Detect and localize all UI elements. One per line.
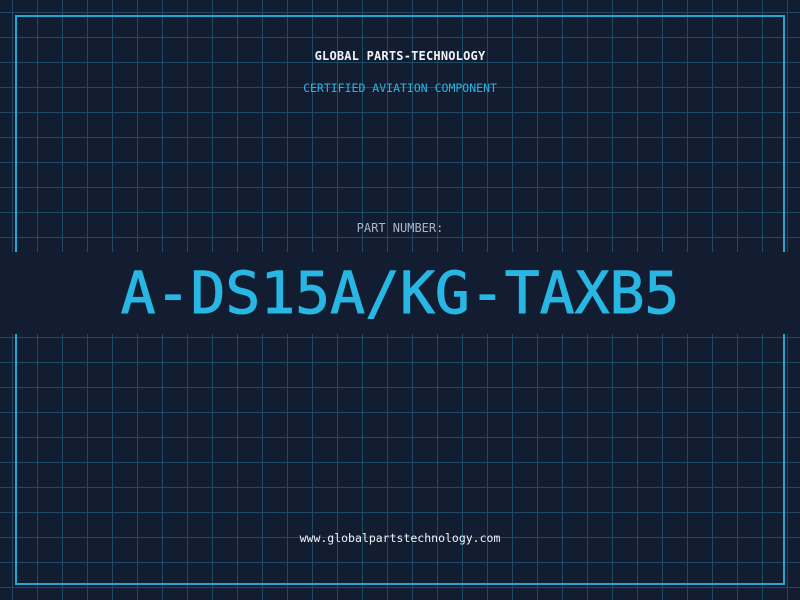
- part-label-card: GLOBAL PARTS-TECHNOLOGY CERTIFIED AVIATI…: [0, 0, 800, 600]
- tagline: CERTIFIED AVIATION COMPONENT: [303, 81, 497, 95]
- website-url: www.globalpartstechnology.com: [299, 531, 501, 545]
- part-number-value: A-DS15A/KG-TAXB5: [0, 252, 800, 334]
- company-name: GLOBAL PARTS-TECHNOLOGY: [314, 49, 486, 63]
- part-number-label: PART NUMBER:: [356, 221, 444, 235]
